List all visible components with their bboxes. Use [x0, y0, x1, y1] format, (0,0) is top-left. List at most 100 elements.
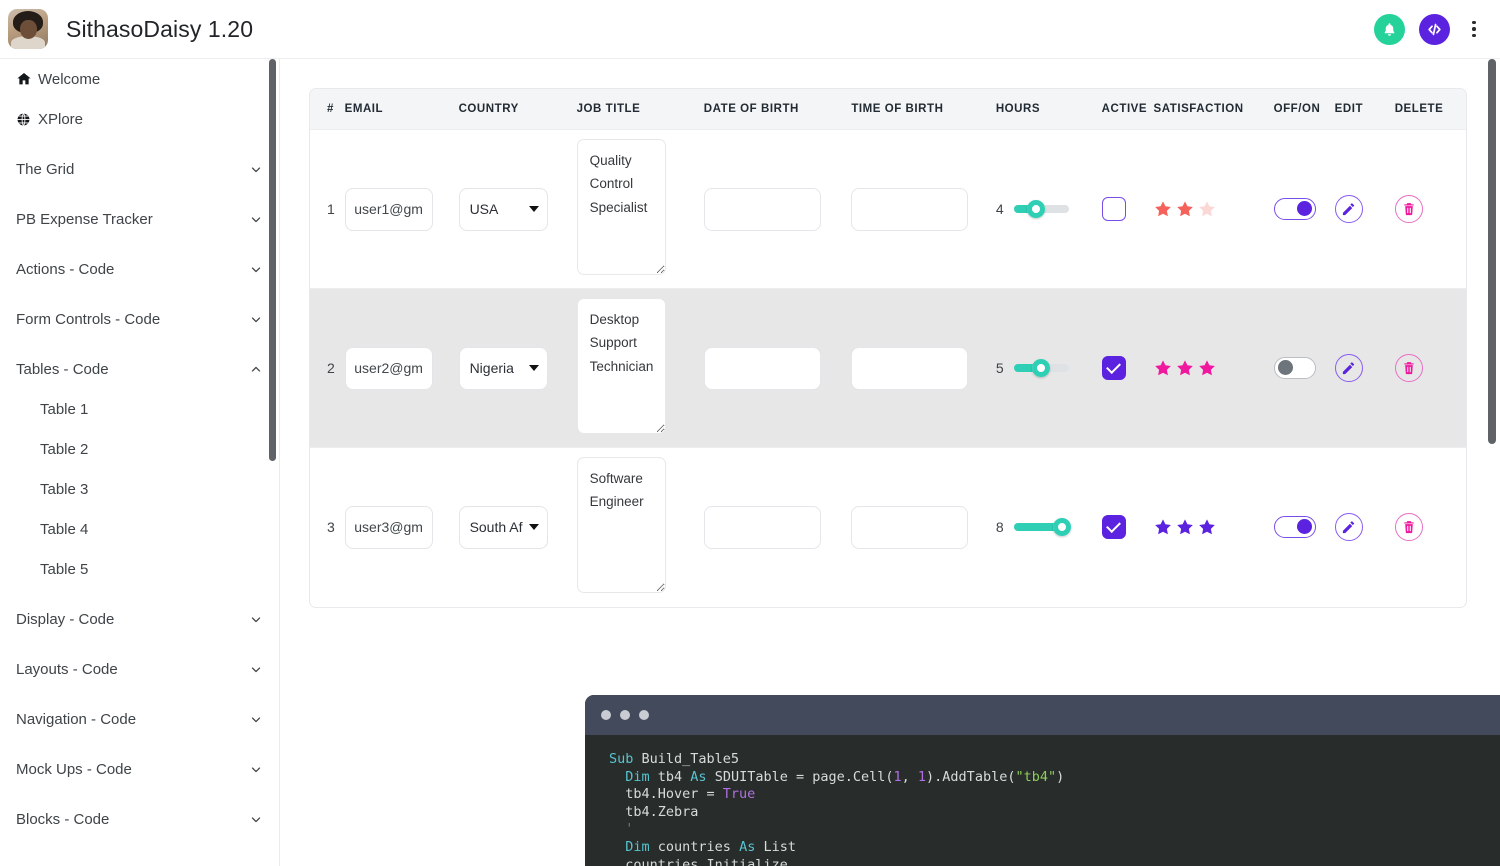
off-on-toggle[interactable] — [1273, 516, 1316, 539]
chevron-down-icon[interactable] — [249, 762, 263, 776]
sidebar-group-layouts-code[interactable]: Layouts - Code — [0, 649, 279, 689]
sidebar-item-welcome[interactable]: Welcome — [0, 59, 279, 99]
slider-knob[interactable] — [1026, 200, 1045, 218]
window-dot[interactable] — [620, 710, 630, 720]
code-view-button[interactable] — [1419, 13, 1450, 45]
cell-time-of-birth — [851, 288, 996, 448]
window-dot[interactable] — [601, 710, 611, 720]
chevron-down-icon[interactable] — [249, 262, 263, 276]
off-on-toggle[interactable] — [1273, 198, 1316, 220]
sidebar-item-table-1[interactable]: Table 1 — [0, 389, 279, 429]
country-select[interactable]: USA — [458, 187, 548, 231]
date-of-birth-input[interactable] — [703, 346, 821, 390]
sidebar-group-display-code[interactable]: Display - Code — [0, 599, 279, 639]
column-header-delete[interactable]: DELETE — [1394, 89, 1466, 130]
sidebar-group-tables-code[interactable]: Tables - Code — [0, 349, 279, 389]
delete-button[interactable] — [1394, 513, 1423, 542]
slider-knob[interactable] — [1032, 359, 1051, 377]
time-of-birth-input[interactable] — [851, 505, 969, 549]
hours-slider[interactable] — [1013, 518, 1072, 537]
column-header-date-of-birth[interactable]: DATE OF BIRTH — [703, 89, 852, 130]
sidebar-group-mock-ups-code[interactable]: Mock Ups - Code — [0, 749, 279, 789]
sidebar-item-xplore[interactable]: XPlore — [0, 99, 279, 139]
active-checkbox[interactable] — [1101, 197, 1126, 221]
satisfaction-rating[interactable] — [1154, 518, 1274, 536]
sidebar-group-blocks-code[interactable]: Blocks - Code — [0, 799, 279, 839]
sidebar-group-navigation-code[interactable]: Navigation - Code — [0, 699, 279, 739]
chevron-down-icon[interactable] — [249, 812, 263, 826]
sidebar-item-table-3[interactable]: Table 3 — [0, 469, 279, 509]
delete-button[interactable] — [1394, 354, 1423, 382]
star-icon[interactable] — [1176, 200, 1194, 218]
time-of-birth-input[interactable] — [851, 346, 969, 390]
job-title-textarea[interactable] — [576, 456, 666, 593]
star-icon[interactable] — [1154, 518, 1172, 536]
time-of-birth-input[interactable] — [851, 187, 969, 231]
column-header-job-title[interactable]: JOB TITLE — [576, 89, 704, 130]
sidebar-group-pb-expense-tracker[interactable]: PB Expense Tracker — [0, 199, 279, 239]
column-header-country[interactable]: COUNTRY — [458, 89, 577, 130]
chevron-down-icon[interactable] — [249, 212, 263, 226]
star-icon[interactable] — [1198, 200, 1216, 218]
table-row[interactable]: 1 USA 4 — [310, 129, 1466, 289]
star-icon[interactable] — [1176, 359, 1194, 377]
edit-button[interactable] — [1334, 513, 1363, 542]
chevron-down-icon — [251, 216, 261, 222]
notifications-button[interactable] — [1374, 13, 1405, 45]
sidebar-group-form-controls-code[interactable]: Form Controls - Code — [0, 299, 279, 339]
column-header-satisfaction[interactable]: SATISFACTION — [1153, 89, 1274, 130]
sidebar-scrollbar[interactable] — [269, 59, 276, 461]
star-icon[interactable] — [1198, 518, 1216, 536]
chevron-down-icon[interactable] — [249, 312, 263, 326]
hours-slider[interactable] — [1013, 359, 1069, 377]
job-title-textarea[interactable] — [576, 297, 666, 434]
sidebar-group-actions-code[interactable]: Actions - Code — [0, 249, 279, 289]
date-of-birth-input[interactable] — [703, 187, 821, 231]
hours-slider[interactable] — [1013, 200, 1069, 218]
edit-button[interactable] — [1334, 195, 1363, 223]
email-input[interactable] — [344, 346, 433, 390]
sidebar-group-the-grid[interactable]: The Grid — [0, 149, 279, 189]
country-select[interactable]: South Af — [458, 505, 548, 549]
active-checkbox[interactable] — [1101, 515, 1126, 540]
code-panel-body[interactable]: Sub Build_Table5 Dim tb4 As SDUITable = … — [585, 735, 1500, 866]
column-header-[interactable]: # — [310, 89, 345, 130]
page-scrollbar[interactable] — [1488, 59, 1496, 444]
column-header-email[interactable]: EMAIL — [344, 89, 459, 130]
chevron-down-icon[interactable] — [249, 662, 263, 676]
star-icon[interactable] — [1198, 359, 1216, 377]
slider-knob[interactable] — [1053, 518, 1072, 537]
edit-button[interactable] — [1334, 354, 1363, 382]
star-icon[interactable] — [1154, 359, 1172, 377]
chevron-down-icon[interactable] — [249, 162, 263, 176]
satisfaction-rating[interactable] — [1154, 359, 1274, 377]
date-of-birth-input[interactable] — [703, 505, 821, 549]
star-icon[interactable] — [1176, 518, 1194, 536]
chevron-down-icon[interactable] — [249, 712, 263, 726]
avatar[interactable] — [8, 9, 48, 49]
table-row[interactable]: 3 South Af 8 — [310, 447, 1466, 607]
sidebar-item-table-4[interactable]: Table 4 — [0, 509, 279, 549]
column-header-hours[interactable]: HOURS — [995, 89, 1102, 130]
satisfaction-rating[interactable] — [1154, 200, 1274, 218]
email-input[interactable] — [344, 505, 433, 549]
column-header-edit[interactable]: EDIT — [1334, 89, 1395, 130]
off-on-toggle[interactable] — [1273, 357, 1316, 379]
column-header-active[interactable]: ACTIVE — [1101, 89, 1154, 130]
sidebar-item-table-5[interactable]: Table 5 — [0, 549, 279, 589]
column-header-time-of-birth[interactable]: TIME OF BIRTH — [851, 89, 996, 130]
star-icon[interactable] — [1154, 200, 1172, 218]
window-dot[interactable] — [639, 710, 649, 720]
job-title-textarea[interactable] — [576, 138, 666, 275]
country-select[interactable]: Nigeria — [458, 346, 548, 390]
chevron-up-icon[interactable] — [249, 362, 263, 376]
active-checkbox[interactable] — [1101, 356, 1126, 380]
sidebar-item-table-2[interactable]: Table 2 — [0, 429, 279, 469]
email-input[interactable] — [344, 187, 433, 231]
delete-button[interactable] — [1394, 195, 1423, 223]
table-row[interactable]: 2 Nigeria 5 — [310, 288, 1466, 448]
code-token: tb4.Hover = — [609, 786, 723, 803]
chevron-down-icon[interactable] — [249, 612, 263, 626]
more-options-button[interactable] — [1464, 14, 1484, 45]
column-header-off-on[interactable]: OFF/ON — [1273, 89, 1335, 130]
